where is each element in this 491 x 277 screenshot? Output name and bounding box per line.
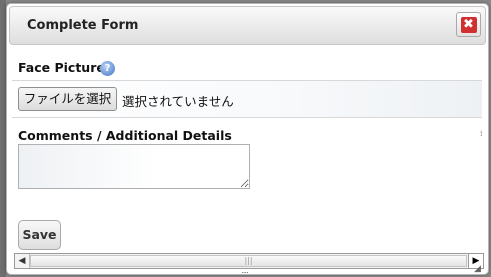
file-status-text: 選択されていません xyxy=(122,94,234,109)
close-button[interactable]: ✖ xyxy=(456,12,481,37)
save-button[interactable]: Save xyxy=(18,220,61,250)
complete-form-dialog: Complete Form ✖ Face Picture ? ファイルを選択 選… xyxy=(6,3,489,275)
comments-textarea[interactable] xyxy=(18,144,250,189)
scroll-left-arrow-icon[interactable]: ◀ xyxy=(15,254,30,268)
close-icon: ✖ xyxy=(460,16,477,33)
dialog-title: Complete Form xyxy=(27,18,139,33)
help-icon[interactable]: ? xyxy=(100,61,115,76)
resize-corner-icon[interactable]: ◢ xyxy=(474,264,481,274)
scrollbar-thumb[interactable]: ||| xyxy=(30,255,467,267)
resize-grip-right-icon[interactable]: ⁞ xyxy=(480,130,483,138)
resize-grip-bottom-icon[interactable]: :::: xyxy=(241,269,249,274)
horizontal-scrollbar[interactable]: ◀ ||| ▶ xyxy=(14,253,484,269)
choose-file-button[interactable]: ファイルを選択 xyxy=(18,87,117,111)
face-picture-label: Face Picture xyxy=(18,60,105,75)
dialog-titlebar[interactable]: Complete Form ✖ xyxy=(9,6,486,45)
comments-label: Comments / Additional Details xyxy=(18,128,232,143)
